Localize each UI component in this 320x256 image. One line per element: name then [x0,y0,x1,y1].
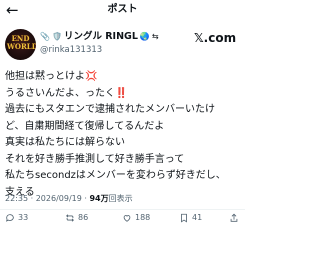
post-date[interactable]: 2026/09/19 [36,194,82,203]
post-meta: 22:35 · 2026/09/19 · 94万回表示 [5,193,133,204]
post-line: 私たちsecondzはメンバーを変わらず好きだし、 [5,170,226,181]
bookmark-button[interactable]: 41 [179,213,202,223]
paperclip-icon: 📎 [40,32,50,41]
display-name[interactable]: 📎 🛡️ リングル RINGL 🌏 ⇆ [40,31,159,43]
bookmark-count: 41 [192,213,203,222]
post-line: 他担は黙っとけよ💢 [5,71,98,82]
repost-button[interactable]: 86 [65,213,88,223]
repost-count: 86 [78,213,89,222]
reply-icon [6,214,14,222]
post-line: ど、自粛期間経て復帰してるんだよ [5,120,165,132]
like-count: 188 [135,213,151,222]
meta-separator: · [28,194,36,203]
arrows-icon: ⇆ [151,32,159,41]
avatar[interactable]: END WORLD [5,29,36,60]
post-line: それを好き勝手推測して好き勝手言って [5,153,185,165]
post-text: 他担は黙っとけよ💢 うるさいんだよ、ったく‼️ 過去にもスタエンで逮捕されたメン… [5,69,243,201]
avatar-logo-text: END WORLD [7,34,36,51]
heart-icon [123,215,131,222]
post-line: 過去にもスタエンで逮捕されたメンバーいたけ [5,104,215,115]
share-icon [230,213,238,222]
like-button[interactable]: 188 [122,213,150,223]
action-bar: 33 86 188 41 [0,210,245,223]
repost-icon [66,214,74,222]
reply-count: 33 [18,213,29,222]
view-count-label: 回表示 [108,194,133,203]
display-name-text: リングル RINGL [63,31,138,42]
share-button[interactable] [229,213,239,223]
user-handle[interactable]: @rinka131313 [40,45,102,56]
view-count: 94万 [89,194,109,203]
reply-button[interactable]: 33 [5,213,28,223]
shield-icon: 🛡️ [51,32,62,41]
globe-icon: 🌏 [139,32,150,41]
x-logo: 𝕏.com [194,31,237,45]
top-bar: ← ポスト [0,0,245,22]
post-line: 真実は私たちには解らない [5,137,125,148]
bookmark-icon [181,213,187,223]
post-line: うるさいんだよ、ったく‼️ [5,87,128,99]
post-time[interactable]: 22:35 [5,194,28,203]
page-title: ポスト [107,4,138,15]
